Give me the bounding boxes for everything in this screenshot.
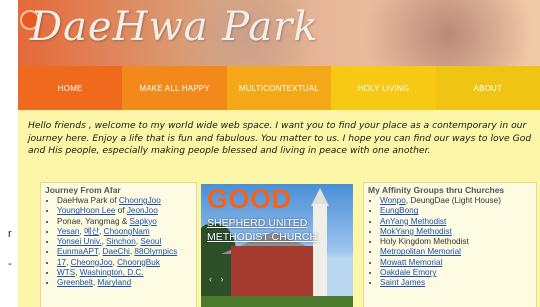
journey-link[interactable]: Yesan xyxy=(57,227,79,236)
journey-item-text: DaeHwa Park of xyxy=(57,196,119,205)
journey-link[interactable]: DaeChi xyxy=(103,247,130,256)
journey-separator: of xyxy=(115,206,127,216)
affinity-link[interactable]: Wonpo xyxy=(380,196,406,205)
nav-about[interactable]: ABOUT xyxy=(435,66,540,110)
page: DaeHwa Park HOME MAKE ALL HAPPY MULTICON… xyxy=(18,0,540,307)
church-slideshow[interactable]: GOOD SHEPHERD UNITED METHODIST CHURCH ‹ … xyxy=(201,184,353,307)
journey-link[interactable]: ChoongJoo xyxy=(119,196,161,205)
journey-link[interactable]: JeonJoo xyxy=(127,206,158,215)
journey-box: Journey From Afar DaeHwa Park of ChoongJ… xyxy=(40,182,197,307)
affinity-link[interactable]: Oakdale Emory xyxy=(380,268,436,277)
journey-link[interactable]: 88Olympics xyxy=(134,247,177,256)
affinity-item: Metropolitan Memorial xyxy=(380,247,536,257)
affinity-item: Wonpo, DeungDae (Light House) xyxy=(380,196,536,206)
affinity-item: Oakdale Emory xyxy=(380,268,536,278)
journey-item: Yesan, 예산, ChoongNam xyxy=(57,227,196,237)
journey-item-text: Ponae, Yangmag & xyxy=(57,216,130,226)
journey-link[interactable]: EunmaAPT xyxy=(57,247,98,256)
main-nav: HOME MAKE ALL HAPPY MULTICONTEXTUAL HOLY… xyxy=(18,66,540,110)
journey-link[interactable]: Yonsei Univ. xyxy=(57,237,102,246)
affinity-link[interactable]: Metropolitan Memorial xyxy=(380,247,461,256)
affinity-item: Holy Kingdom Methodist xyxy=(380,237,536,247)
affinity-item: Saint James xyxy=(380,278,536,288)
journey-item: EunmaAPT, DaeChi, 88Olympics xyxy=(57,247,196,257)
slideshow-nav-arrows-icon[interactable]: ‹ › xyxy=(209,274,227,284)
affinity-box: My Affinity Groups thru Churches Wonpo, … xyxy=(363,182,537,307)
journey-link[interactable]: WTS xyxy=(57,268,75,277)
affinity-link[interactable]: Saint James xyxy=(380,278,425,287)
slideshow-caption-line1[interactable]: SHEPHERD UNITED xyxy=(207,217,307,229)
lawn-image xyxy=(201,296,353,307)
journey-link[interactable]: 17 xyxy=(57,258,66,267)
journey-item: YoungHoon Lee of JeonJoo xyxy=(57,206,196,216)
journey-title: Journey From Afar xyxy=(45,185,121,195)
nav-holy-living[interactable]: HOLY LIVING xyxy=(331,66,436,110)
affinity-item: Mowatt Memorial xyxy=(380,258,536,268)
affinity-link[interactable]: Mowatt Memorial xyxy=(380,258,442,267)
journey-link[interactable]: Sapkyo xyxy=(130,217,157,226)
journey-link[interactable]: 예산 xyxy=(84,227,99,236)
journey-list: DaeHwa Park of ChoongJooYoungHoon Lee of… xyxy=(41,196,196,289)
journey-link[interactable]: YoungHoon Lee xyxy=(57,206,115,215)
affinity-link[interactable]: MokYang Methodist xyxy=(380,227,452,236)
affinity-link[interactable]: EungBong xyxy=(380,206,418,215)
margin-mark-2: - xyxy=(8,258,12,270)
nav-make-all-happy[interactable]: MAKE ALL HAPPY xyxy=(122,66,227,110)
journey-link[interactable]: Seoul xyxy=(140,237,161,246)
margin-mark-1: r xyxy=(8,228,12,240)
journey-link[interactable]: ChoongNam xyxy=(104,227,150,236)
journey-link[interactable]: Greenbelt xyxy=(57,278,93,287)
journey-item: DaeHwa Park of ChoongJoo xyxy=(57,196,196,206)
journey-link[interactable]: Washington, D.C. xyxy=(80,268,144,277)
church-steeple-image xyxy=(313,204,327,307)
journey-item: Yonsei Univ., Sinchon, Seoul xyxy=(57,237,196,247)
affinity-item-suffix: , DeungDae (Light House) xyxy=(405,196,501,205)
affinity-item: MokYang Methodist xyxy=(380,227,536,237)
slideshow-caption-line2[interactable]: METHODIST CHURCH xyxy=(207,231,317,243)
journey-link[interactable]: Sinchon xyxy=(106,237,136,246)
journey-item: Greenbelt, Maryland xyxy=(57,278,196,288)
affinity-item-text: Holy Kingdom Methodist xyxy=(380,237,469,247)
nav-home[interactable]: HOME xyxy=(18,66,123,110)
affinity-title: My Affinity Groups thru Churches xyxy=(368,185,505,195)
site-title[interactable]: DaeHwa Park xyxy=(30,4,319,50)
journey-item: 17, CheongJoo, ChoongBuk xyxy=(57,258,196,268)
affinity-item: AnYang Methodist xyxy=(380,217,536,227)
affinity-link[interactable]: AnYang Methodist xyxy=(380,217,446,226)
journey-link[interactable]: ChoongBuk xyxy=(117,258,160,267)
nav-multicontextual[interactable]: MULTICONTEXTUAL xyxy=(226,66,332,110)
affinity-item: EungBong xyxy=(380,206,536,216)
header-photo-face-right xyxy=(348,0,540,66)
site-header: DaeHwa Park xyxy=(18,0,540,66)
journey-item: WTS, Washington, D.C. xyxy=(57,268,196,278)
journey-item: Ponae, Yangmag & Sapkyo xyxy=(57,217,196,227)
slideshow-headline: GOOD xyxy=(207,184,292,214)
affinity-list: Wonpo, DeungDae (Light House)EungBong AnY… xyxy=(364,196,536,289)
journey-link[interactable]: CheongJoo xyxy=(71,258,113,267)
journey-link[interactable]: Maryland xyxy=(98,278,132,287)
welcome-message: Hello friends , welcome to my world wide… xyxy=(28,120,532,156)
